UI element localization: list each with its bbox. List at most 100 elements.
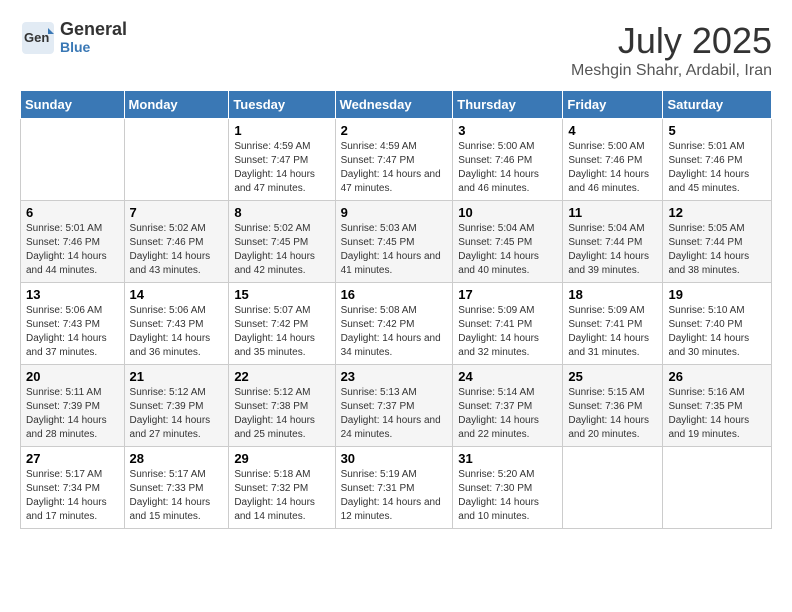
day-info: Sunrise: 5:02 AM Sunset: 7:46 PM Dayligh… <box>130 222 224 278</box>
calendar-cell: 20Sunrise: 5:11 AM Sunset: 7:39 PM Dayli… <box>21 365 125 447</box>
day-info: Sunrise: 5:15 AM Sunset: 7:36 PM Dayligh… <box>568 386 657 442</box>
calendar-table: Sunday Monday Tuesday Wednesday Thursday… <box>20 90 772 529</box>
calendar-cell: 21 Sunrise: 5:12 AM Sunset: 7:39 PM Dayli… <box>124 365 229 447</box>
day-number: 2 <box>341 123 448 138</box>
day-info: Sunrise: 5:19 AM Sunset: 7:31 PM Dayligh… <box>341 468 448 524</box>
title-block: July 2025 Meshgin Shahr, Ardabil, Iran <box>571 20 772 80</box>
calendar-cell <box>663 447 772 529</box>
day-number: 18 <box>568 287 657 302</box>
calendar-cell: 27 Sunrise: 5:17 AM Sunset: 7:34 PM Dayli… <box>21 447 125 529</box>
calendar-cell: 11 Sunrise: 5:04 AM Sunset: 7:44 PM Dayli… <box>563 201 663 283</box>
day-number: 8 <box>234 205 329 220</box>
day-info: Sunrise: 5:06 AM Sunset: 7:43 PM Dayligh… <box>130 304 224 360</box>
calendar-cell: 28 Sunrise: 5:17 AM Sunset: 7:33 PM Dayli… <box>124 447 229 529</box>
calendar-cell: 8 Sunrise: 5:02 AM Sunset: 7:45 PM Daylig… <box>229 201 335 283</box>
day-number: 27 <box>26 451 119 466</box>
calendar-cell: 31 Sunrise: 5:20 AM Sunset: 7:30 PM Dayli… <box>453 447 563 529</box>
day-info: Sunrise: 5:04 AM Sunset: 7:44 PM Dayligh… <box>568 222 657 278</box>
day-number: 25 <box>568 369 657 384</box>
day-info: Sunrise: 5:04 AM Sunset: 7:45 PM Dayligh… <box>458 222 557 278</box>
day-info: Sunrise: 5:18 AM Sunset: 7:32 PM Dayligh… <box>234 468 329 524</box>
day-info: Sunrise: 5:11 AM Sunset: 7:39 PM Dayligh… <box>26 386 119 442</box>
day-number: 5 <box>668 123 766 138</box>
day-number: 13 <box>26 287 119 302</box>
day-number: 17 <box>458 287 557 302</box>
calendar-cell <box>21 119 125 201</box>
calendar-cell: 16 Sunrise: 5:08 AM Sunset: 7:42 PM Dayli… <box>335 283 453 365</box>
day-info: Sunrise: 5:02 AM Sunset: 7:45 PM Dayligh… <box>234 222 329 278</box>
day-info: Sunrise: 5:08 AM Sunset: 7:42 PM Dayligh… <box>341 304 448 360</box>
day-info: Sunrise: 5:00 AM Sunset: 7:46 PM Dayligh… <box>568 140 657 196</box>
header-saturday: Saturday <box>663 91 772 119</box>
calendar-cell: 15Sunrise: 5:07 AM Sunset: 7:42 PM Dayli… <box>229 283 335 365</box>
logo: Gen General Blue <box>20 20 127 56</box>
day-info: Sunrise: 5:14 AM Sunset: 7:37 PM Dayligh… <box>458 386 557 442</box>
calendar-week-row: 13 Sunrise: 5:06 AM Sunset: 7:43 PM Dayli… <box>21 283 772 365</box>
calendar-cell: 23 Sunrise: 5:13 AM Sunset: 7:37 PM Dayli… <box>335 365 453 447</box>
day-info: Sunrise: 5:00 AM Sunset: 7:46 PM Dayligh… <box>458 140 557 196</box>
calendar-week-row: 27 Sunrise: 5:17 AM Sunset: 7:34 PM Dayli… <box>21 447 772 529</box>
calendar-cell <box>124 119 229 201</box>
day-number: 12 <box>668 205 766 220</box>
calendar-cell: 4 Sunrise: 5:00 AM Sunset: 7:46 PM Daylig… <box>563 119 663 201</box>
day-number: 7 <box>130 205 224 220</box>
calendar-cell: 24Sunrise: 5:14 AM Sunset: 7:37 PM Dayli… <box>453 365 563 447</box>
day-number: 31 <box>458 451 557 466</box>
day-number: 22 <box>234 369 329 384</box>
day-number: 28 <box>130 451 224 466</box>
calendar-cell: 2Sunrise: 4:59 AM Sunset: 7:47 PM Daylig… <box>335 119 453 201</box>
logo-general: General <box>60 20 127 40</box>
day-info: Sunrise: 5:10 AM Sunset: 7:40 PM Dayligh… <box>668 304 766 360</box>
day-info: Sunrise: 5:17 AM Sunset: 7:33 PM Dayligh… <box>130 468 224 524</box>
calendar-cell: 29 Sunrise: 5:18 AM Sunset: 7:32 PM Dayli… <box>229 447 335 529</box>
calendar-cell: 10Sunrise: 5:04 AM Sunset: 7:45 PM Dayli… <box>453 201 563 283</box>
day-number: 3 <box>458 123 557 138</box>
day-number: 30 <box>341 451 448 466</box>
calendar-cell: 12 Sunrise: 5:05 AM Sunset: 7:44 PM Dayli… <box>663 201 772 283</box>
calendar-cell: 30 Sunrise: 5:19 AM Sunset: 7:31 PM Dayli… <box>335 447 453 529</box>
day-number: 21 <box>130 369 224 384</box>
calendar-header-row: Sunday Monday Tuesday Wednesday Thursday… <box>21 91 772 119</box>
calendar-week-row: 20Sunrise: 5:11 AM Sunset: 7:39 PM Dayli… <box>21 365 772 447</box>
day-info: Sunrise: 5:06 AM Sunset: 7:43 PM Dayligh… <box>26 304 119 360</box>
header-tuesday: Tuesday <box>229 91 335 119</box>
header-friday: Friday <box>563 91 663 119</box>
day-number: 11 <box>568 205 657 220</box>
header-thursday: Thursday <box>453 91 563 119</box>
day-number: 6 <box>26 205 119 220</box>
calendar-cell: 13 Sunrise: 5:06 AM Sunset: 7:43 PM Dayli… <box>21 283 125 365</box>
calendar-cell: 18Sunrise: 5:09 AM Sunset: 7:41 PM Dayli… <box>563 283 663 365</box>
day-number: 19 <box>668 287 766 302</box>
day-info: Sunrise: 5:17 AM Sunset: 7:34 PM Dayligh… <box>26 468 119 524</box>
day-number: 1 <box>234 123 329 138</box>
day-number: 16 <box>341 287 448 302</box>
day-number: 9 <box>341 205 448 220</box>
day-info: Sunrise: 5:07 AM Sunset: 7:42 PM Dayligh… <box>234 304 329 360</box>
calendar-week-row: 6Sunrise: 5:01 AM Sunset: 7:46 PM Daylig… <box>21 201 772 283</box>
svg-text:Gen: Gen <box>24 30 49 45</box>
day-info: Sunrise: 5:20 AM Sunset: 7:30 PM Dayligh… <box>458 468 557 524</box>
day-number: 14 <box>130 287 224 302</box>
day-info: Sunrise: 5:13 AM Sunset: 7:37 PM Dayligh… <box>341 386 448 442</box>
calendar-body: 1Sunrise: 4:59 AM Sunset: 7:47 PM Daylig… <box>21 119 772 529</box>
calendar-cell: 9 Sunrise: 5:03 AM Sunset: 7:45 PM Daylig… <box>335 201 453 283</box>
logo-icon: Gen <box>20 20 56 56</box>
month-year: July 2025 <box>571 20 772 62</box>
day-number: 29 <box>234 451 329 466</box>
header-monday: Monday <box>124 91 229 119</box>
calendar-cell: 14 Sunrise: 5:06 AM Sunset: 7:43 PM Dayli… <box>124 283 229 365</box>
calendar-cell: 26Sunrise: 5:16 AM Sunset: 7:35 PM Dayli… <box>663 365 772 447</box>
calendar-cell: 5Sunrise: 5:01 AM Sunset: 7:46 PM Daylig… <box>663 119 772 201</box>
calendar-cell: 3 Sunrise: 5:00 AM Sunset: 7:46 PM Daylig… <box>453 119 563 201</box>
logo-blue: Blue <box>60 40 127 55</box>
calendar-cell <box>563 447 663 529</box>
day-number: 23 <box>341 369 448 384</box>
day-info: Sunrise: 5:12 AM Sunset: 7:39 PM Dayligh… <box>130 386 224 442</box>
day-info: Sunrise: 5:05 AM Sunset: 7:44 PM Dayligh… <box>668 222 766 278</box>
calendar-cell: 22Sunrise: 5:12 AM Sunset: 7:38 PM Dayli… <box>229 365 335 447</box>
calendar-cell: 1Sunrise: 4:59 AM Sunset: 7:47 PM Daylig… <box>229 119 335 201</box>
calendar-cell: 7 Sunrise: 5:02 AM Sunset: 7:46 PM Daylig… <box>124 201 229 283</box>
day-info: Sunrise: 5:09 AM Sunset: 7:41 PM Dayligh… <box>458 304 557 360</box>
day-info: Sunrise: 5:03 AM Sunset: 7:45 PM Dayligh… <box>341 222 448 278</box>
day-number: 4 <box>568 123 657 138</box>
